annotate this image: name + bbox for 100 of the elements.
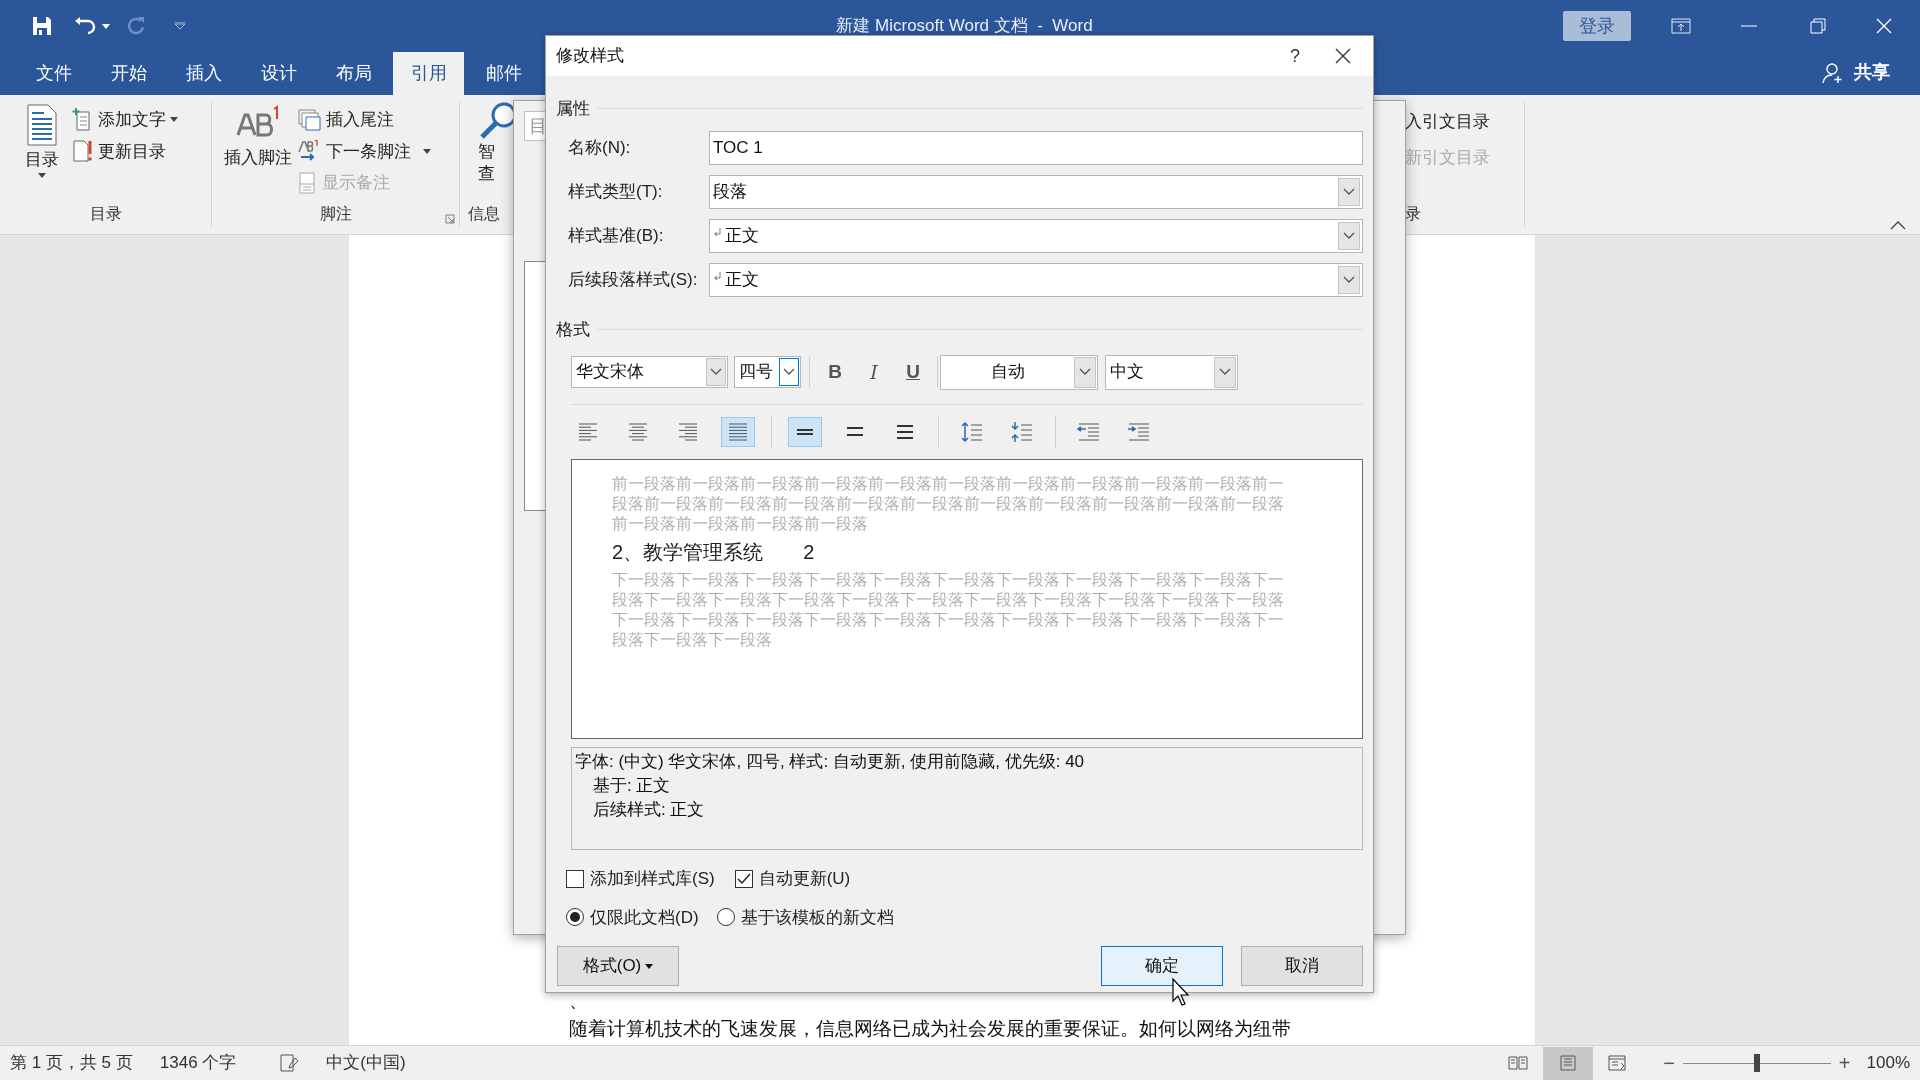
- return-icon: [713, 271, 721, 282]
- radio-button[interactable]: [566, 908, 584, 927]
- ribbon-tab[interactable]: 布局: [318, 52, 389, 95]
- web-page-icon: [1608, 1055, 1629, 1071]
- checkbox-label: 自动更新(U): [758, 868, 851, 890]
- spacing-increase-icon: [960, 421, 984, 443]
- ribbon-tab[interactable]: 邮件: [468, 52, 539, 95]
- checkbox[interactable]: [734, 869, 753, 888]
- help-button[interactable]: ?: [1275, 42, 1315, 70]
- zoom-slider[interactable]: [1682, 1053, 1831, 1073]
- radio-label: 基于该模板的新文档: [740, 906, 894, 929]
- body-text: 随着计算机技术的飞速发展，信息网络已成为社会发展的重要保证。如何以网络为纽带: [569, 1017, 1291, 1041]
- slider-thumb[interactable]: [1753, 1054, 1760, 1072]
- group-label: 目录: [89, 204, 122, 224]
- chevron-down-icon: [1343, 187, 1355, 196]
- ok-button[interactable]: 确定: [1101, 946, 1223, 986]
- dropdown-button[interactable]: [1074, 356, 1096, 388]
- share-button[interactable]: 共享: [1822, 59, 1890, 86]
- add-text-button[interactable]: 添加文字: [72, 107, 178, 133]
- checkbox-label: 添加到样式库(S): [590, 868, 715, 890]
- ribbon-tab[interactable]: 文件: [18, 52, 89, 95]
- customize-toolbar-icon[interactable]: [174, 22, 186, 30]
- bold-button[interactable]: B: [818, 357, 852, 387]
- zoom-level[interactable]: 100%: [1866, 1050, 1910, 1076]
- text-field[interactable]: TOC 1: [709, 130, 1363, 165]
- document-list-icon: [26, 103, 58, 147]
- insert-footnote-button[interactable]: 插入脚注: [224, 101, 292, 202]
- line-spacing-button[interactable]: [788, 417, 822, 447]
- restore-icon[interactable]: [1810, 18, 1826, 34]
- checkbox[interactable]: [566, 869, 584, 888]
- align-left-icon: [577, 422, 599, 442]
- dropdown[interactable]: 正文: [709, 262, 1363, 297]
- word-count: 1346 个字: [159, 1052, 237, 1075]
- chevron-down-icon: [1079, 368, 1091, 376]
- dropdown-button[interactable]: [1338, 265, 1360, 294]
- ribbon-tab[interactable]: 开始: [93, 52, 164, 95]
- dropdown-button[interactable]: [779, 358, 799, 386]
- undo-icon[interactable]: [74, 17, 96, 35]
- add-person-icon: [1822, 61, 1844, 84]
- body-text: 、: [569, 989, 588, 1013]
- next-footnote-button[interactable]: 下一条脚注: [298, 138, 431, 164]
- format-menu-button[interactable]: 格式(O): [557, 946, 679, 986]
- field-label: 后续段落样式(S):: [567, 268, 699, 291]
- dropdown[interactable]: 段落: [709, 174, 1363, 209]
- group-label: 脚注: [319, 204, 352, 224]
- font-dropdown[interactable]: 华文宋体: [571, 356, 728, 388]
- chevron-down-icon: [783, 368, 795, 376]
- insert-table-of-authorities-button[interactable]: 入引文目录: [1405, 109, 1524, 135]
- font-size-dropdown[interactable]: 四号: [734, 356, 801, 388]
- section-heading: 属性: [556, 98, 590, 120]
- toc-button[interactable]: 目录: [20, 103, 64, 202]
- dropdown-button[interactable]: [1338, 221, 1360, 250]
- field-label: 样式类型(T):: [567, 180, 664, 203]
- font-color-dropdown[interactable]: 自动: [940, 354, 1098, 390]
- zoom-in-button[interactable]: +: [1838, 1048, 1851, 1078]
- page-alert-icon: [72, 139, 94, 164]
- align-button[interactable]: [721, 417, 755, 447]
- sample-text: 2、教学管理系统: [612, 540, 764, 565]
- preceding-paragraph-text: 前一段落前一段落前一段落前一段落前一段落前一段落前一段落前一段落前一段落前一段落前一段落前一段落前一段落前一段落前一段落前一段落前一段落前一段落前一段落前一段落前一段落前一段落前一段落前一段落前一段落: [612, 474, 1285, 534]
- dropdown-button[interactable]: [1214, 356, 1236, 388]
- indent-decrease-icon: [1077, 422, 1101, 442]
- save-icon[interactable]: [32, 16, 52, 36]
- page-number: 2: [803, 540, 815, 565]
- check-icon: [736, 872, 751, 885]
- dropdown[interactable]: 正文: [709, 218, 1363, 253]
- chevron-down-icon: [1343, 275, 1355, 284]
- proofing-icon[interactable]: [280, 1054, 301, 1072]
- close-icon[interactable]: [1335, 48, 1351, 64]
- dialog-launcher-icon[interactable]: [445, 214, 455, 224]
- italic-button[interactable]: I: [857, 357, 891, 387]
- radio-label: 仅限此文档(D): [590, 906, 699, 929]
- indent-increase-icon: [1127, 422, 1151, 442]
- cancel-button[interactable]: 取消: [1241, 946, 1363, 986]
- ribbon-tab[interactable]: 引用: [393, 52, 464, 95]
- script-dropdown[interactable]: 中文: [1105, 354, 1238, 390]
- underline-button[interactable]: U: [896, 357, 930, 387]
- ribbon-tab[interactable]: 设计: [243, 52, 314, 95]
- caret-icon: [170, 117, 178, 123]
- zoom-out-button[interactable]: −: [1663, 1048, 1675, 1078]
- dropdown-button[interactable]: [1338, 177, 1360, 206]
- language: 中文(中国): [326, 1052, 406, 1075]
- window-title: 新建 Microsoft Word 文档 - Word: [836, 15, 1093, 38]
- print-view-button[interactable]: [1543, 1046, 1594, 1080]
- endnote-icon: [298, 108, 322, 131]
- ribbon-display-options-icon[interactable]: [1671, 18, 1691, 34]
- dialog-title: 修改样式: [556, 45, 625, 68]
- insert-endnote-button[interactable]: 插入尾注: [298, 107, 431, 133]
- group-label: 录: [1405, 204, 1422, 224]
- sign-in-button[interactable]: 登录: [1563, 11, 1631, 41]
- style-description: 字体: (中文) 华文宋体, 四号, 样式: 自动更新, 使用前隐藏, 优先级: 40 基于: 正文 后续样式: 正文: [571, 747, 1363, 850]
- chevron-down-icon: [1219, 368, 1231, 376]
- collapse-ribbon-icon[interactable]: [1890, 220, 1906, 230]
- return-icon: [713, 227, 721, 238]
- radio-button[interactable]: [716, 908, 735, 927]
- book-icon: [1508, 1055, 1529, 1071]
- caret-icon: [38, 172, 46, 178]
- update-toc-button[interactable]: 更新目录: [72, 138, 178, 164]
- line-spacing-icon: [894, 422, 916, 442]
- caret-icon: [423, 148, 431, 154]
- ribbon-tab[interactable]: 插入: [168, 52, 239, 95]
